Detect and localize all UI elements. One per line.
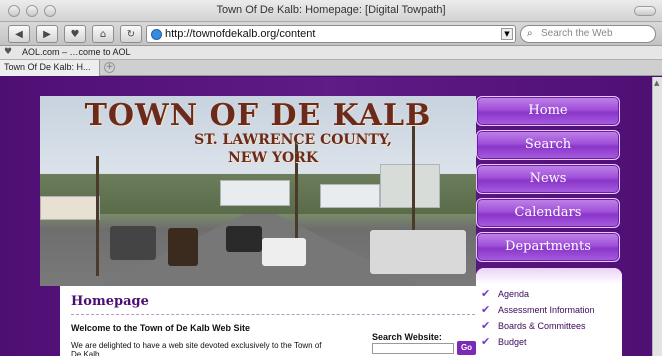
side-menu-item-agenda[interactable]: ✔ Agenda [476,286,622,302]
nav-news-button[interactable]: News [476,164,620,194]
browser-toolbar: ◀ ▶ ♥ ⌂ ↻ http://townofdekalb.org/conten… [0,22,662,46]
banner-buggy [168,228,198,266]
side-menu-label: Budget [498,337,527,347]
address-text[interactable]: http://townofdekalb.org/content [165,28,315,40]
side-menu-label: Assessment Information [498,305,595,315]
banner-title: TOWN OF DE KALB [84,98,432,133]
banner-car [262,238,306,266]
window-title: Town Of De Kalb: Homepage: [Digital Towp… [216,4,446,16]
nav-home-button[interactable]: Home [476,96,620,126]
side-menu-item-boards[interactable]: ✔ Boards & Committees [476,318,622,334]
globe-icon [151,29,162,40]
side-menu-item-assessment[interactable]: ✔ Assessment Information [476,302,622,318]
web-search-placeholder: Search the Web [541,28,613,39]
nav-search-button[interactable]: Search [476,130,620,160]
banner-truck [110,226,156,260]
checkmark-icon: ✔ [481,319,491,332]
address-bar[interactable]: http://townofdekalb.org/content ▼ [146,25,516,43]
back-arrow-icon[interactable]: ◀ [8,25,30,43]
heart-icon[interactable]: ♥ [64,25,86,43]
banner-building [40,196,100,220]
main-nav: Home Search News Calendars Departments [476,96,622,266]
tab-bar: Town Of De Kalb: H... + [0,60,662,76]
home-icon[interactable]: ⌂ [92,25,114,43]
bookmarks-bar: ♥ AOL.com – …come to AOL [0,46,662,60]
toolbar-toggle-icon[interactable] [634,6,656,16]
banner-truck [370,230,466,274]
banner-building [380,164,440,208]
nav-departments-button[interactable]: Departments [476,232,620,262]
banner-subtitle-state: NEW YORK [227,150,319,166]
town-banner-photo: TOWN OF DE KALB ST. LAWRENCE COUNTY, NEW… [40,96,476,286]
forward-arrow-icon[interactable]: ▶ [36,25,58,43]
welcome-heading: Welcome to the Town of De Kalb Web Site [71,323,251,333]
window-titlebar: Town Of De Kalb: Homepage: [Digital Towp… [0,0,662,22]
nav-calendars-button[interactable]: Calendars [476,198,620,228]
side-menu-item-budget[interactable]: ✔ Budget [476,334,622,350]
side-menu-label: Agenda [498,289,530,299]
site-search-go-button[interactable]: Go [457,341,476,355]
scroll-up-icon[interactable]: ▲ [654,79,659,87]
site-search-label: Search Website: [372,332,442,342]
side-menu: ✔ Agenda ✔ Assessment Information ✔ Boar… [476,268,622,356]
address-dropdown-icon[interactable]: ▼ [501,28,513,40]
bookmark-item[interactable]: AOL.com – …come to AOL [22,47,131,57]
banner-car [226,226,262,252]
site-search-input[interactable] [372,343,454,354]
tab-town-of-dekalb[interactable]: Town Of De Kalb: H... [0,60,100,76]
checkmark-icon: ✔ [481,287,491,300]
title-divider [71,314,475,315]
new-tab-icon[interactable]: + [104,62,115,73]
banner-subtitle-county: ST. LAWRENCE COUNTY, [194,132,392,148]
checkmark-icon: ✔ [481,335,491,348]
intro-text: We are delighted to have a web site devo… [71,341,322,356]
side-menu-header [476,268,622,284]
page-title: Homepage [71,294,149,309]
banner-utility-pole [96,156,99,276]
page-scrollbar[interactable]: ▲ [652,77,662,356]
reload-icon[interactable]: ↻ [120,25,142,43]
banner-building [320,184,380,208]
main-content: Homepage Welcome to the Town of De Kalb … [60,286,476,356]
side-menu-label: Boards & Committees [498,321,586,331]
bookmarks-heart-icon[interactable]: ♥ [4,47,12,57]
checkmark-icon: ✔ [481,303,491,316]
banner-building [220,180,290,206]
web-search-field[interactable]: ⌕ Search the Web [520,25,656,43]
search-icon: ⌕ [527,28,533,39]
